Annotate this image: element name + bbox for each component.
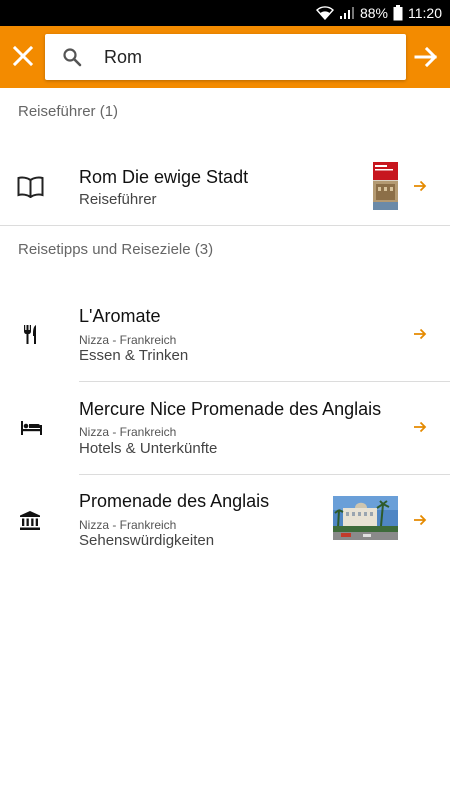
result-location: Nizza - Frankreich [79,333,177,347]
search-header [0,26,450,88]
battery-percent: 88% [359,5,388,21]
battery-icon [393,5,403,21]
list-item[interactable]: Mercure Nice Promenade des Anglais Nizza… [0,382,450,474]
arrow-right-icon[interactable] [410,41,442,73]
search-input[interactable] [104,34,394,80]
result-category: Hotels & Unterkünfte [79,440,218,457]
arrow-right-icon[interactable] [412,419,428,435]
wifi-icon [315,6,334,20]
result-location: Nizza - Frankreich [79,518,177,532]
list-item[interactable]: L'Aromate Nizza - Frankreich Essen & Tri… [0,290,450,380]
result-location: Nizza - Frankreich [79,425,177,439]
arrow-right-icon[interactable] [412,326,428,342]
bed-icon [21,421,42,435]
search-icon [63,48,82,67]
restaurant-icon [24,325,36,344]
result-title: Promenade des Anglais [79,491,270,511]
guide-cover-image [373,162,398,210]
result-category: Sehenswürdigkeiten [79,532,215,549]
status-bar: 88% 11:20 [0,0,450,26]
section-header-guides: Reiseführer (1) [18,103,119,120]
arrow-right-icon[interactable] [412,512,428,528]
list-item[interactable]: Promenade des Anglais Nizza - Frankreich… [0,475,450,565]
guide-title: Rom Die ewige Stadt [79,167,249,187]
signal-icon [339,7,354,19]
section-header-tips: Reisetipps und Reiseziele (3) [18,241,214,258]
result-title: L'Aromate [79,306,161,326]
guide-row[interactable]: Rom Die ewige Stadt Reiseführer [0,155,450,225]
arrow-right-icon[interactable] [412,178,428,194]
result-title: Mercure Nice Promenade des Anglais [79,399,382,419]
book-icon [17,176,44,198]
clock: 11:20 [408,5,442,21]
promenade-image [333,496,398,540]
landmark-icon [20,511,40,530]
search-field[interactable] [45,34,406,80]
divider [0,225,450,226]
close-icon[interactable] [8,41,38,71]
result-category: Essen & Trinken [79,347,189,364]
guide-subtitle: Reiseführer [79,191,157,208]
